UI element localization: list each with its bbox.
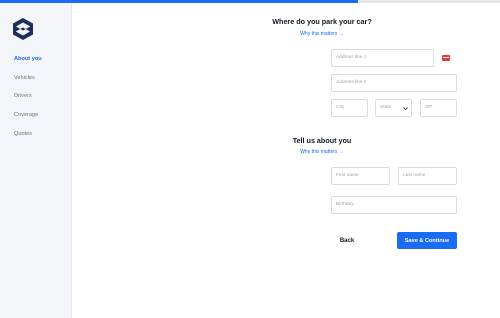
sidebar-item-coverage[interactable]: Coverage: [14, 109, 42, 128]
address-autofill-icon[interactable]: [442, 55, 450, 61]
state-select[interactable]: State: [375, 99, 412, 117]
sidebar-item-about-you[interactable]: About you: [14, 53, 42, 72]
sidebar-item-quotes[interactable]: Quotes: [14, 128, 42, 147]
last-name-input[interactable]: Last name: [398, 167, 457, 185]
parking-why-link[interactable]: Why this matters →: [258, 31, 386, 37]
first-name-input[interactable]: First name: [331, 167, 390, 185]
zip-input[interactable]: ZIP: [420, 99, 457, 117]
birthday-input[interactable]: Birthday: [331, 196, 457, 214]
sidebar-item-vehicles[interactable]: Vehicles: [14, 72, 42, 91]
address-line-1-input[interactable]: Address line 1: [331, 49, 434, 67]
address-line-2-input[interactable]: Address line 2: [331, 74, 457, 92]
sidebar: About you Vehicles Drivers Coverage Quot…: [0, 3, 72, 318]
shield-logo-icon[interactable]: [12, 17, 34, 41]
parking-title: Where do you park your car?: [272, 17, 372, 26]
about-why-link[interactable]: Why this matters →: [258, 149, 386, 155]
city-input[interactable]: City: [331, 99, 368, 117]
save-continue-button[interactable]: Save & Continue: [397, 232, 457, 249]
sidebar-nav: About you Vehicles Drivers Coverage Quot…: [14, 53, 42, 146]
sidebar-item-drivers[interactable]: Drivers: [14, 90, 42, 109]
chevron-down-icon: [403, 107, 408, 111]
about-title: Tell us about you: [292, 136, 352, 145]
state-select-value: State: [380, 105, 392, 110]
back-button[interactable]: Back: [333, 232, 361, 249]
main-content: [72, 3, 500, 318]
